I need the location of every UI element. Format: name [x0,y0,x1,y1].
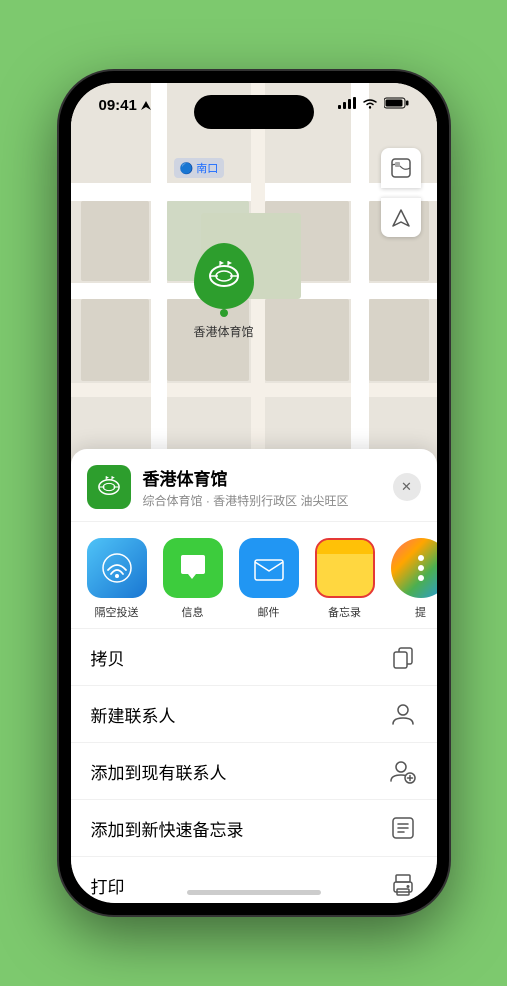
navigation-icon [140,100,152,112]
share-item-more[interactable]: 提 [391,538,437,620]
time-display: 09:41 [99,97,137,114]
venue-info: 香港体育馆 综合体育馆 · 香港特别行政区 油尖旺区 [143,465,393,509]
venue-stadium-icon [96,474,122,500]
marker-label: 香港体育馆 [194,323,254,340]
add-existing-icon [389,757,417,785]
messages-label: 信息 [182,604,204,620]
map-marker: 香港体育馆 [194,243,254,340]
location-arrow-icon [391,208,411,228]
marker-pin [194,243,254,309]
add-contact-icon-svg [390,758,416,784]
airdrop-label: 隔空投送 [95,604,139,620]
notes-icon-wrap [315,538,375,598]
map-type-icon [390,157,412,179]
venue-name: 香港体育馆 [143,465,393,490]
share-item-mail[interactable]: 邮件 [239,538,299,620]
action-new-contact-label: 新建联系人 [91,702,176,727]
bottom-sheet: 香港体育馆 综合体育馆 · 香港特别行政区 油尖旺区 ✕ [71,449,437,903]
print-icon [389,871,417,899]
dynamic-island [194,95,314,129]
phone-frame: 09:41 [59,71,449,915]
action-quick-note-label: 添加到新快速备忘录 [91,816,244,841]
action-print-label: 打印 [91,873,125,898]
action-print[interactable]: 打印 [71,857,437,903]
home-indicator [187,890,321,895]
share-row: 隔空投送 信息 [71,522,437,629]
share-item-airdrop[interactable]: 隔空投送 [87,538,147,620]
quick-note-icon-svg [390,815,416,841]
messages-icon-wrap [163,538,223,598]
action-copy[interactable]: 拷贝 [71,629,437,686]
share-item-notes[interactable]: 备忘录 [315,538,375,620]
stadium-icon [206,258,242,294]
mail-icon [252,551,286,585]
action-new-contact[interactable]: 新建联系人 [71,686,437,743]
mail-icon-wrap [239,538,299,598]
notes-label: 备忘录 [328,604,361,620]
quick-note-icon [389,814,417,842]
messages-icon [176,551,210,585]
action-quick-note[interactable]: 添加到新快速备忘录 [71,800,437,857]
airdrop-icon-wrap [87,538,147,598]
location-button[interactable] [381,197,421,237]
action-add-existing[interactable]: 添加到现有联系人 [71,743,437,800]
contact-icon-svg [390,701,416,727]
status-icons [338,97,409,109]
action-list: 拷贝 新建联系人 [71,629,437,903]
mail-label: 邮件 [258,604,280,620]
close-button[interactable]: ✕ [393,473,421,501]
new-contact-icon [389,700,417,728]
venue-icon [87,465,131,509]
more-icon-wrap [391,538,437,598]
map-area[interactable]: 🔵 南口 [71,83,437,463]
wifi-icon [362,97,378,109]
sheet-header: 香港体育馆 综合体育馆 · 香港特别行政区 油尖旺区 ✕ [71,465,437,522]
location-label-text: 🔵 南口 [180,163,219,175]
action-copy-label: 拷贝 [91,645,125,670]
signal-icon [338,97,356,109]
close-label: ✕ [401,479,412,495]
status-time: 09:41 [99,97,152,114]
battery-icon [384,97,409,109]
action-add-existing-label: 添加到现有联系人 [91,759,227,784]
venue-subtitle: 综合体育馆 · 香港特别行政区 油尖旺区 [143,492,393,509]
airdrop-icon [101,552,133,584]
more-label: 提 [415,604,426,620]
share-item-messages[interactable]: 信息 [163,538,223,620]
copy-icon-svg [391,645,415,669]
print-icon-svg [390,872,416,898]
map-type-button[interactable] [381,148,421,188]
map-controls[interactable] [381,148,421,237]
map-location-label: 🔵 南口 [174,158,225,178]
copy-icon [389,643,417,671]
phone-screen: 09:41 [71,83,437,903]
